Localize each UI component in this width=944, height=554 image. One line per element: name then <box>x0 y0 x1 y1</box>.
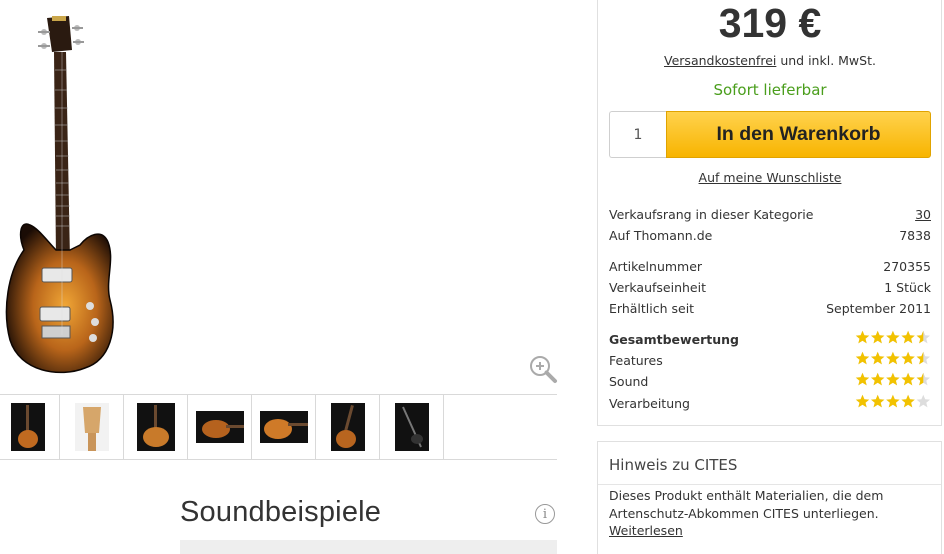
shipping-tax-text: und inkl. MwSt. <box>776 53 876 68</box>
star-icon <box>901 394 915 408</box>
star-icon <box>916 372 930 386</box>
sound-samples-heading: Soundbeispiele <box>180 496 382 528</box>
shipping-info: Versandkostenfrei und inkl. MwSt. <box>598 53 942 68</box>
add-to-cart-button[interactable]: In den Warenkorb <box>666 111 931 158</box>
thumbnail[interactable] <box>0 395 60 459</box>
rating-label: Features <box>609 353 663 368</box>
cites-title: Hinweis zu CITES <box>609 456 738 474</box>
star-icon <box>886 372 900 386</box>
thumbnail[interactable] <box>380 395 444 459</box>
thumbnail-image <box>136 403 175 451</box>
info-icon[interactable]: i <box>535 504 555 524</box>
availability-status: Sofort lieferbar <box>713 81 827 99</box>
ranking-label: Auf Thomann.de <box>609 228 713 243</box>
zoom-in-icon[interactable] <box>528 344 558 383</box>
thumbnail-image <box>195 411 244 443</box>
thumbnail-image <box>259 411 308 443</box>
read-more-link[interactable]: Weiterlesen <box>609 523 683 538</box>
bass-guitar-image <box>5 16 114 374</box>
cites-text: Dieses Produkt enthält Materialien, die … <box>609 488 884 521</box>
star-icon <box>855 372 870 386</box>
wishlist-link[interactable]: Auf meine Wunschliste <box>598 170 942 185</box>
thumbnail[interactable] <box>188 395 252 459</box>
star-icon <box>855 351 870 365</box>
detail-label: Artikelnummer <box>609 259 703 274</box>
ranking-value-link[interactable]: 30 <box>915 207 931 222</box>
star-icon <box>916 330 930 344</box>
star-icon <box>886 330 900 344</box>
detail-label: Verkaufseinheit <box>609 280 706 295</box>
cites-notice: Hinweis zu CITES Dieses Produkt enthält … <box>597 441 942 554</box>
star-icon <box>871 394 885 408</box>
detail-label: Erhältlich seit <box>609 301 695 316</box>
star-rating <box>855 330 931 346</box>
thumbnail-image <box>394 403 429 451</box>
star-icon <box>916 394 930 408</box>
rating-label: Gesamtbewertung <box>609 332 739 347</box>
thumbnail[interactable] <box>60 395 124 459</box>
thumbnail-strip <box>0 394 557 460</box>
star-icon <box>916 351 930 365</box>
star-icon <box>901 351 915 365</box>
buy-box: 319 € Versandkostenfrei und inkl. MwSt. … <box>597 0 942 426</box>
shipping-free-link[interactable]: Versandkostenfrei <box>664 53 776 68</box>
product-price: 319 € <box>718 0 822 46</box>
thumbnail-image <box>330 403 365 451</box>
star-icon <box>871 330 885 344</box>
star-icon <box>901 372 915 386</box>
quantity-input[interactable]: 1 <box>609 111 666 158</box>
main-product-image[interactable] <box>0 0 557 395</box>
star-icon <box>901 330 915 344</box>
star-icon <box>871 372 885 386</box>
sound-player-bar <box>180 540 557 554</box>
rating-label: Sound <box>609 374 649 389</box>
star-icon <box>886 351 900 365</box>
thumbnail-image <box>74 403 109 451</box>
star-icon <box>886 394 900 408</box>
divider <box>598 484 941 485</box>
star-rating <box>855 372 931 388</box>
detail-value: September 2011 <box>826 301 931 316</box>
star-icon <box>871 351 885 365</box>
ranking-label: Verkaufsrang in dieser Kategorie <box>609 207 814 222</box>
detail-value: 270355 <box>883 259 931 274</box>
thumbnail[interactable] <box>252 395 316 459</box>
thumbnail[interactable] <box>316 395 380 459</box>
star-rating <box>855 351 931 367</box>
thumbnail[interactable] <box>124 395 188 459</box>
rating-label: Verarbeitung <box>609 396 690 411</box>
star-icon <box>855 394 870 408</box>
detail-value: 1 Stück <box>884 280 931 295</box>
ranking-value: 7838 <box>899 228 931 243</box>
thumbnail-image <box>10 403 45 451</box>
star-rating <box>855 394 931 410</box>
star-icon <box>855 330 870 344</box>
